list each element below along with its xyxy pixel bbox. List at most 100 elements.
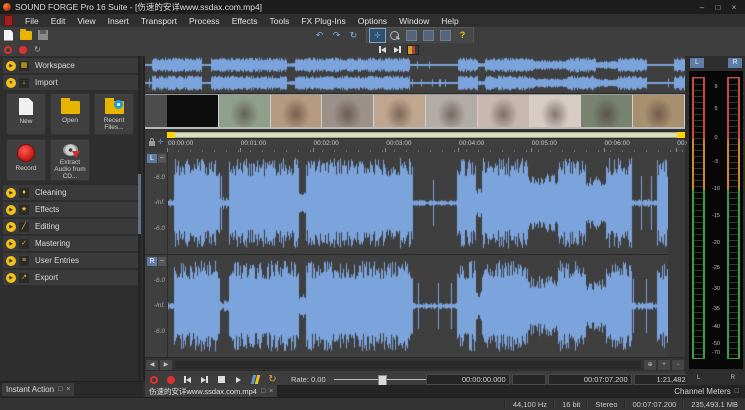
range-start-handle[interactable] [167,132,175,138]
scroll-right-button[interactable]: ▶ [160,360,172,370]
open-button[interactable] [18,29,33,42]
edit-tool-button[interactable] [404,29,419,42]
menu-window[interactable]: Window [393,16,435,26]
whats-this-help-button[interactable]: ? [455,29,470,42]
chevron-down-icon[interactable]: ▼ [6,78,16,88]
undo-button[interactable]: ↶ [312,29,327,42]
video-thumbnail[interactable] [478,95,530,127]
channel-left-button[interactable]: L [147,154,157,163]
video-thumbnail[interactable] [426,95,478,127]
overview-waveform[interactable] [145,56,685,94]
sidebar-section-cleaning[interactable]: ▶♦Cleaning [3,185,140,200]
sidebar-scrollbar[interactable] [138,56,141,381]
chevron-right-icon[interactable]: ▶ [6,273,16,283]
lock-icon[interactable] [149,141,155,146]
float-window-icon[interactable]: □ [261,388,265,395]
video-thumbnail[interactable] [167,95,219,127]
video-thumbnail[interactable] [322,95,374,127]
chevron-right-icon[interactable]: ▶ [6,239,16,249]
import-new-button[interactable]: New [6,93,46,135]
tab-instant-action[interactable]: Instant Action □ × [2,383,74,396]
menu-effects[interactable]: Effects [226,16,264,26]
loop-playback-button[interactable]: ↻ [31,44,44,55]
video-thumbnail[interactable] [374,95,426,127]
zoom-out-time-button[interactable]: − [672,360,684,370]
video-thumbnail[interactable] [530,95,582,127]
video-thumbnail[interactable] [633,95,685,127]
channel-right-button[interactable]: R [147,257,157,266]
channel-left-minimize-button[interactable]: – [158,154,166,163]
overview-waveform-canvas[interactable] [145,56,685,93]
chevron-right-icon[interactable]: ▶ [6,222,16,232]
pan-scroll-tool-button[interactable]: ✛ [370,29,385,42]
close-button[interactable]: × [727,2,741,12]
video-thumbnail[interactable] [271,95,323,127]
close-icon[interactable]: × [66,386,70,393]
channel-right-minimize-button[interactable]: – [158,257,166,266]
chevron-right-icon[interactable]: ▶ [6,256,16,266]
length-field[interactable]: 00:07:07.200 [548,374,632,385]
sidebar-scrollbar-thumb[interactable] [138,174,141,234]
sidebar-section-user-entries[interactable]: ▶≡User Entries [3,253,140,268]
go-to-end-button[interactable] [391,44,404,55]
menu-options[interactable]: Options [352,16,393,26]
import-open-button[interactable]: Open [50,93,90,135]
menu-view[interactable]: View [71,16,101,26]
meter-left-button[interactable]: L [690,58,704,68]
import-record-button[interactable]: Record [6,139,46,181]
pan-tool-icon[interactable]: ✛ [158,138,164,146]
menu-edit[interactable]: Edit [45,16,72,26]
record-options-button[interactable] [1,44,14,55]
event-tool-button[interactable] [438,29,453,42]
redo-button[interactable]: ↷ [329,29,344,42]
menu-tools[interactable]: Tools [264,16,296,26]
waveform-canvas-right[interactable] [167,255,668,357]
import-recent-files-button[interactable]: Recent Files... [94,93,134,135]
chevron-right-icon[interactable]: ▶ [6,188,16,198]
selection-start-field[interactable]: 00:00:00.000 [426,374,510,385]
minimize-button[interactable]: ‒ [695,2,709,12]
menu-fx-plug-ins[interactable]: FX Plug-Ins [295,16,351,26]
tab-channel-meters[interactable]: Channel Meters □ [674,387,745,396]
time-range-scrollbar[interactable] [167,131,685,139]
sidebar-section-export[interactable]: ▶↗Export [3,270,140,285]
menu-transport[interactable]: Transport [135,16,183,26]
sidebar-section-effects[interactable]: ▶★Effects [3,202,140,217]
menu-process[interactable]: Process [183,16,226,26]
video-thumbnail[interactable] [581,95,633,127]
range-track[interactable] [175,132,677,138]
zoom-selection-button[interactable]: ⊕ [644,360,656,370]
scroll-left-button[interactable]: ◀ [146,360,158,370]
go-to-start-button[interactable] [376,44,389,55]
time-ruler[interactable]: 00:00:0000:01:0000:02:0000:03:0000:04:00… [167,139,685,153]
float-window-icon[interactable]: □ [58,386,62,393]
repeat-button[interactable]: ↻ [346,29,361,42]
samples-field[interactable]: 1:21,482 [634,374,690,385]
waveform-canvas-left[interactable] [167,152,668,254]
sidebar-section-mastering[interactable]: ▶✓Mastering [3,236,140,251]
menu-help[interactable]: Help [435,16,464,26]
sidebar-section-import[interactable]: ▼↓Import [3,75,140,90]
tab-document[interactable]: 伤速的安详www.ssdax.com.mp4 □ × [145,385,277,397]
video-thumbnail-strip[interactable] [145,94,685,129]
envelope-tool-button[interactable] [421,29,436,42]
chevron-right-icon[interactable]: ▶ [6,61,16,71]
new-file-button[interactable] [1,29,16,42]
save-button[interactable] [35,29,50,42]
horizontal-scrollbar-track[interactable] [175,361,641,369]
meter-right-button[interactable]: R [728,58,742,68]
maximize-button[interactable]: □ [711,2,725,12]
sidebar-section-editing[interactable]: ▶╱Editing [3,219,140,234]
close-icon[interactable]: × [269,388,273,395]
menu-insert[interactable]: Insert [102,16,135,26]
magnify-tool-button[interactable] [387,29,402,42]
sidebar-section-workspace[interactable]: ▶▦Workspace [3,58,140,73]
range-end-handle[interactable] [677,132,685,138]
menu-file[interactable]: File [19,16,45,26]
float-window-icon[interactable]: □ [735,388,739,395]
video-preview-button[interactable] [406,44,419,55]
chevron-right-icon[interactable]: ▶ [6,205,16,215]
zoom-in-time-button[interactable]: + [658,360,670,370]
video-thumbnail[interactable] [219,95,271,127]
waveform-left[interactable] [167,152,668,254]
